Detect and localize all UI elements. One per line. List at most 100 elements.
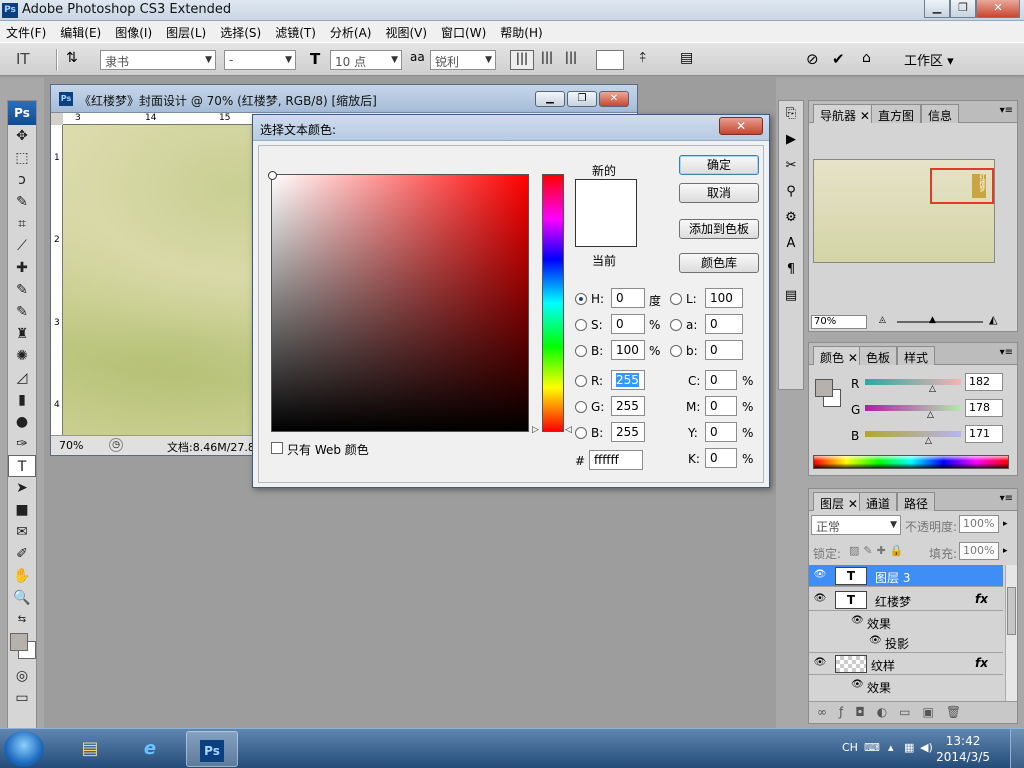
lasso-tool-icon[interactable]: ↄ (8, 169, 36, 191)
r-slider-thumb-icon[interactable]: △ (929, 384, 936, 394)
menu-image[interactable]: 图像(I) (115, 21, 157, 42)
bridge-icon[interactable]: ⌂ (862, 50, 888, 70)
blur-tool-icon[interactable]: ▮ (8, 389, 36, 411)
anti-alias-select[interactable]: 锐利 ▼ (430, 50, 496, 70)
tab-histogram[interactable]: 直方图 (871, 104, 922, 123)
hue-input[interactable]: 0 (611, 288, 645, 308)
doc-minimize-button[interactable]: ▁ (535, 91, 565, 107)
lab-a-radio[interactable] (670, 319, 682, 331)
font-size-select[interactable]: 10 点 ▼ (330, 50, 402, 70)
foreground-color-swatch[interactable] (10, 633, 28, 651)
tab-swatches[interactable]: 色板 (859, 346, 898, 365)
quick-mask-icon[interactable]: ◎ (8, 665, 36, 687)
tab-info[interactable]: 信息 (921, 104, 960, 123)
status-menu-icon[interactable]: ◷ (109, 438, 123, 452)
navigator-thumbnail[interactable]: 红楼梦 (813, 159, 995, 263)
panel-menu-icon[interactable]: ▾≡ (1000, 493, 1013, 504)
fill-arrow-icon[interactable]: ▸ (1003, 546, 1008, 556)
layer-comps-icon[interactable]: ▤ (779, 283, 803, 309)
screen-mode-icon[interactable]: ▭ (8, 687, 36, 709)
layers-footer-icons[interactable]: ∞ƒ◘◐▭▣🗑 (809, 701, 1017, 723)
effect-eye-icon[interactable]: 👁 (851, 679, 864, 690)
maximize-button[interactable]: ❐ (950, 0, 976, 18)
color-ramp[interactable] (813, 455, 1009, 469)
fill-input[interactable]: 100% (959, 542, 999, 560)
tool-presets-icon[interactable]: ✂ (779, 153, 803, 179)
saturation-input[interactable]: 0 (611, 314, 645, 334)
blend-mode-select[interactable]: 正常 ▼ (811, 515, 901, 535)
show-desktop-button[interactable] (1010, 729, 1024, 768)
minimize-button[interactable]: ▁ (924, 0, 950, 18)
align-right-icon[interactable]: ||| (562, 50, 580, 70)
lab-b-input[interactable]: 0 (705, 340, 743, 360)
effect-eye-icon[interactable]: 👁 (869, 635, 882, 646)
tab-layers[interactable]: 图层 ✕ (813, 492, 865, 511)
green-radio[interactable] (575, 401, 587, 413)
hue-slider[interactable] (542, 174, 564, 432)
volume-icon[interactable]: ◀) (920, 741, 933, 754)
fx-icon[interactable]: fx (975, 656, 988, 670)
visibility-eye-icon[interactable]: 👁 (813, 657, 827, 669)
clone-stamp-tool-icon[interactable]: ✎ (8, 301, 36, 323)
text-color-swatch[interactable] (596, 50, 624, 70)
layer-effect-row[interactable]: 👁 投影 (809, 631, 1003, 653)
lab-l-radio[interactable] (670, 293, 682, 305)
color-field-picker-icon[interactable] (268, 171, 277, 180)
green-input[interactable]: 255 (611, 396, 645, 416)
tab-color[interactable]: 颜色 ✕ (813, 346, 865, 365)
menu-layer[interactable]: 图层(L) (166, 21, 211, 42)
tool-preset-icon[interactable]: IT (16, 50, 42, 70)
hand-tool-icon[interactable]: ✋ (8, 565, 36, 587)
layer-row[interactable]: 👁 T 图层 3 (809, 565, 1003, 587)
ok-button[interactable]: 确定 (679, 155, 759, 175)
healing-brush-tool-icon[interactable]: ✚ (8, 257, 36, 279)
clock[interactable]: 13:42 2014/3/5 (936, 733, 990, 765)
magenta-input[interactable]: 0 (705, 396, 737, 416)
explorer-icon[interactable]: ▤ (64, 731, 116, 767)
hue-slider-left-arrow-icon[interactable]: ▷ (532, 425, 539, 435)
eyedropper-tool-icon[interactable]: ✐ (8, 543, 36, 565)
ie-icon[interactable]: e (124, 731, 176, 767)
font-family-select[interactable]: 隶书 ▼ (100, 50, 216, 70)
g-slider-thumb-icon[interactable]: △ (927, 410, 934, 420)
move-tool-icon[interactable]: ✥ (8, 125, 36, 147)
brightness-radio[interactable] (575, 345, 587, 357)
actions-panel-icon[interactable]: ▶ (779, 127, 803, 153)
history-brush-tool-icon[interactable]: ♜ (8, 323, 36, 345)
magic-wand-tool-icon[interactable]: ✎ (8, 191, 36, 213)
align-left-icon[interactable]: ||| (510, 50, 534, 70)
r-channel-input[interactable]: 182 (965, 373, 1003, 391)
commit-edit-icon[interactable]: ✔ (832, 50, 852, 70)
align-center-icon[interactable]: ||| (538, 50, 556, 70)
shape-tool-icon[interactable]: ■ (8, 499, 36, 521)
warp-text-icon[interactable]: ⤉ (640, 50, 660, 70)
zoom-in-icon[interactable]: ◭ (989, 313, 997, 326)
layer-effects-row[interactable]: 👁 效果 (809, 611, 1003, 633)
lab-a-input[interactable]: 0 (705, 314, 743, 334)
panel-menu-icon[interactable]: ▾≡ (1000, 347, 1013, 358)
close-button[interactable]: ✕ (976, 0, 1020, 18)
lock-icons[interactable]: ▨✎✚🔒 (849, 544, 908, 557)
hue-radio[interactable] (575, 293, 587, 305)
color-field[interactable] (268, 171, 529, 432)
black-input[interactable]: 0 (705, 448, 737, 468)
lab-l-input[interactable]: 100 (705, 288, 743, 308)
network-icon[interactable]: ▦ (904, 741, 914, 754)
menu-analysis[interactable]: 分析(A) (330, 21, 377, 42)
character-panel-icon[interactable]: A (779, 231, 803, 257)
blue-radio[interactable] (575, 427, 587, 439)
layer-row[interactable]: 👁 纹样 fx (809, 653, 1003, 675)
yellow-input[interactable]: 0 (705, 422, 737, 442)
dodge-tool-icon[interactable]: ● (8, 411, 36, 433)
menu-view[interactable]: 视图(V) (385, 21, 432, 42)
red-input[interactable]: 255 (611, 370, 645, 390)
cyan-input[interactable]: 0 (705, 370, 737, 390)
menu-edit[interactable]: 编辑(E) (60, 21, 106, 42)
start-button[interactable] (4, 731, 44, 767)
zoom-out-icon[interactable]: ◬ (879, 315, 886, 325)
gradient-tool-icon[interactable]: ◿ (8, 367, 36, 389)
effect-eye-icon[interactable]: 👁 (851, 615, 864, 626)
menu-select[interactable]: 选择(S) (220, 21, 266, 42)
layer-effects-row[interactable]: 👁 效果 (809, 675, 1003, 697)
menu-file[interactable]: 文件(F) (6, 21, 51, 42)
